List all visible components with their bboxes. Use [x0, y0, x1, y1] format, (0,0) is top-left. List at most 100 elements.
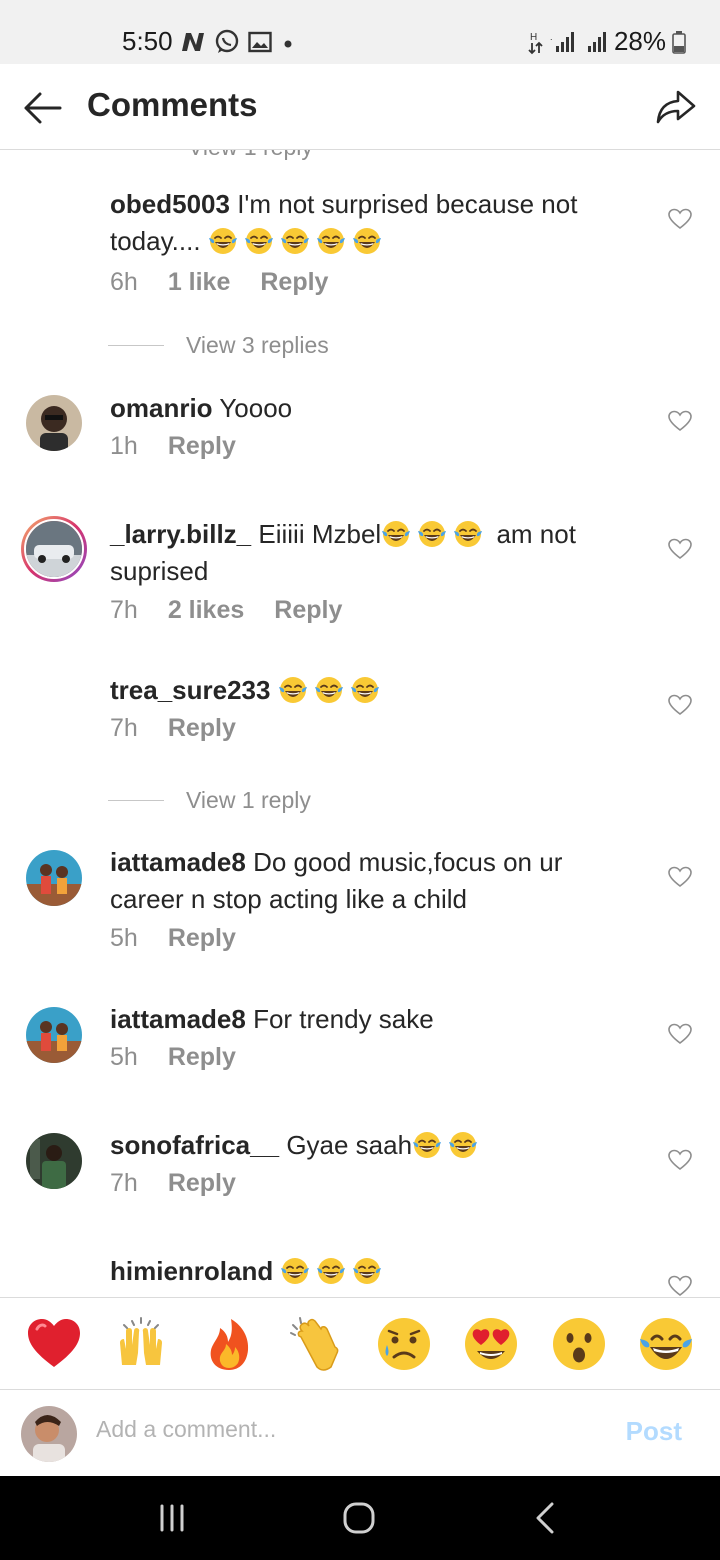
signal-icon [587, 31, 606, 52]
comment-text: Eiiiii Mzbel [258, 519, 382, 549]
heart-icon[interactable] [668, 1023, 692, 1045]
dot-icon [284, 40, 292, 48]
reply-button[interactable]: Reply [168, 1169, 236, 1198]
tears-of-joy-emoji [418, 521, 447, 547]
heart-icon[interactable] [668, 694, 692, 716]
comment-username[interactable]: _larry.billz_ [110, 519, 251, 549]
comment-meta: 6h 1 like Reply [110, 268, 328, 297]
view-replies-text[interactable]: View 3 replies [186, 332, 329, 359]
battery-icon [672, 30, 686, 54]
emoji-group [208, 226, 388, 256]
divider [108, 345, 164, 346]
data-transfer-icon: H [528, 32, 543, 54]
view-replies-button[interactable]: View 1 reply [108, 787, 311, 814]
avatar-story-ring[interactable] [21, 516, 87, 582]
home-icon[interactable] [339, 1498, 379, 1538]
tears-of-joy-emoji [352, 228, 381, 254]
tears-of-joy-emoji [353, 1258, 382, 1284]
view-replies-cutoff[interactable]: View 1 reply [188, 150, 313, 161]
avatar-image [26, 395, 82, 451]
fire-emoji[interactable] [200, 1315, 258, 1373]
view-replies-text[interactable]: View 1 reply [186, 787, 311, 814]
surprised-emoji[interactable] [550, 1315, 608, 1373]
heart-emoji[interactable] [25, 1315, 83, 1373]
comment-body: trea_sure233 [110, 672, 640, 709]
back-nav-icon[interactable] [526, 1498, 566, 1538]
reply-button[interactable]: Reply [274, 596, 342, 625]
comment-body: himienroland [110, 1253, 640, 1290]
tears-of-joy-emoji [449, 1132, 478, 1158]
comment-input[interactable] [96, 1416, 576, 1443]
emoji-group [278, 675, 386, 705]
reply-button[interactable]: Reply [260, 268, 328, 297]
heart-icon[interactable] [668, 410, 692, 432]
comment-text: For trendy sake [253, 1004, 434, 1034]
heart-icon[interactable] [668, 866, 692, 888]
heart-icon[interactable] [668, 1149, 692, 1171]
heart-icon[interactable] [668, 208, 692, 230]
emoji-group [381, 519, 489, 549]
comment-username[interactable]: sonofafrica__ [110, 1130, 279, 1160]
tears-of-joy-emoji [350, 677, 379, 703]
avatar-image [26, 1007, 82, 1063]
comment-text: Gyae saah [286, 1130, 413, 1160]
comment-username[interactable]: trea_sure233 [110, 675, 270, 705]
comment-meta: 1h Reply [110, 432, 236, 461]
comment-meta: 5h Reply [110, 924, 236, 953]
comment-item: omanrio Yoooo 1h Reply [0, 390, 720, 490]
reply-button[interactable]: Reply [168, 924, 236, 953]
avatar[interactable] [26, 850, 82, 906]
sad-emoji[interactable] [375, 1315, 433, 1373]
comment-body: iattamade8 Do good music,focus on ur car… [110, 844, 640, 918]
signal-icon: . [550, 31, 574, 52]
comment-meta: 5h Reply [110, 1043, 236, 1072]
whatsapp-icon [215, 29, 239, 53]
comment-item: iattamade8 Do good music,focus on ur car… [0, 844, 720, 964]
comment-body: _larry.billz_ Eiiiii Mzbel am not supris… [110, 516, 640, 590]
tears-of-joy-emoji [278, 677, 307, 703]
heart-icon[interactable] [668, 538, 692, 560]
comment-username[interactable]: iattamade8 [110, 1004, 246, 1034]
raised-hands-emoji[interactable] [112, 1315, 170, 1373]
avatar[interactable] [26, 1007, 82, 1063]
comment-body: iattamade8 For trendy sake [110, 1001, 640, 1038]
avatar-image [26, 521, 82, 577]
tears-of-joy-emoji[interactable] [637, 1315, 695, 1373]
status-system-icons: H . 28% [528, 26, 686, 57]
comment-body: obed5003 I'm not surprised because not t… [110, 186, 640, 260]
comment-username[interactable]: iattamade8 [110, 847, 246, 877]
comment-item: _larry.billz_ Eiiiii Mzbel am not supris… [0, 516, 720, 636]
arrow-left-icon[interactable] [20, 86, 64, 130]
comment-time: 7h [110, 714, 138, 742]
comment-time: 7h [110, 1169, 138, 1197]
comment-text: Yoooo [219, 393, 293, 423]
reply-button[interactable]: Reply [168, 714, 236, 743]
gallery-icon [248, 31, 272, 53]
svg-text:.: . [550, 32, 553, 42]
clapping-emoji[interactable] [287, 1315, 345, 1373]
view-replies-button[interactable]: View 3 replies [108, 332, 329, 359]
comment-username[interactable]: omanrio [110, 393, 213, 423]
app-bar: Comments [0, 64, 720, 150]
comment-item: trea_sure233 7h Reply [0, 672, 720, 772]
comment-username[interactable]: himienroland [110, 1256, 273, 1286]
tears-of-joy-emoji [281, 1258, 310, 1284]
quick-reactions-bar [0, 1297, 720, 1389]
status-notification-icons [180, 28, 296, 56]
reply-button[interactable]: Reply [168, 1043, 236, 1072]
post-button[interactable]: Post [626, 1416, 682, 1447]
comments-feed[interactable]: View 1 reply obed5003 I'm not surprised … [0, 150, 720, 1297]
avatar[interactable] [26, 395, 82, 451]
comment-likes[interactable]: 2 likes [168, 596, 244, 625]
share-icon[interactable] [654, 84, 698, 128]
heart-icon[interactable] [668, 1275, 692, 1297]
reply-button[interactable]: Reply [168, 432, 236, 461]
comment-meta: 7h 2 likes Reply [110, 596, 342, 625]
avatar[interactable] [26, 1133, 82, 1189]
recent-apps-icon[interactable] [152, 1498, 192, 1538]
comment-item: himienroland [0, 1253, 720, 1297]
heart-eyes-emoji[interactable] [462, 1315, 520, 1373]
comment-likes[interactable]: 1 like [168, 268, 231, 297]
comment-username[interactable]: obed5003 [110, 189, 230, 219]
divider [108, 800, 164, 801]
